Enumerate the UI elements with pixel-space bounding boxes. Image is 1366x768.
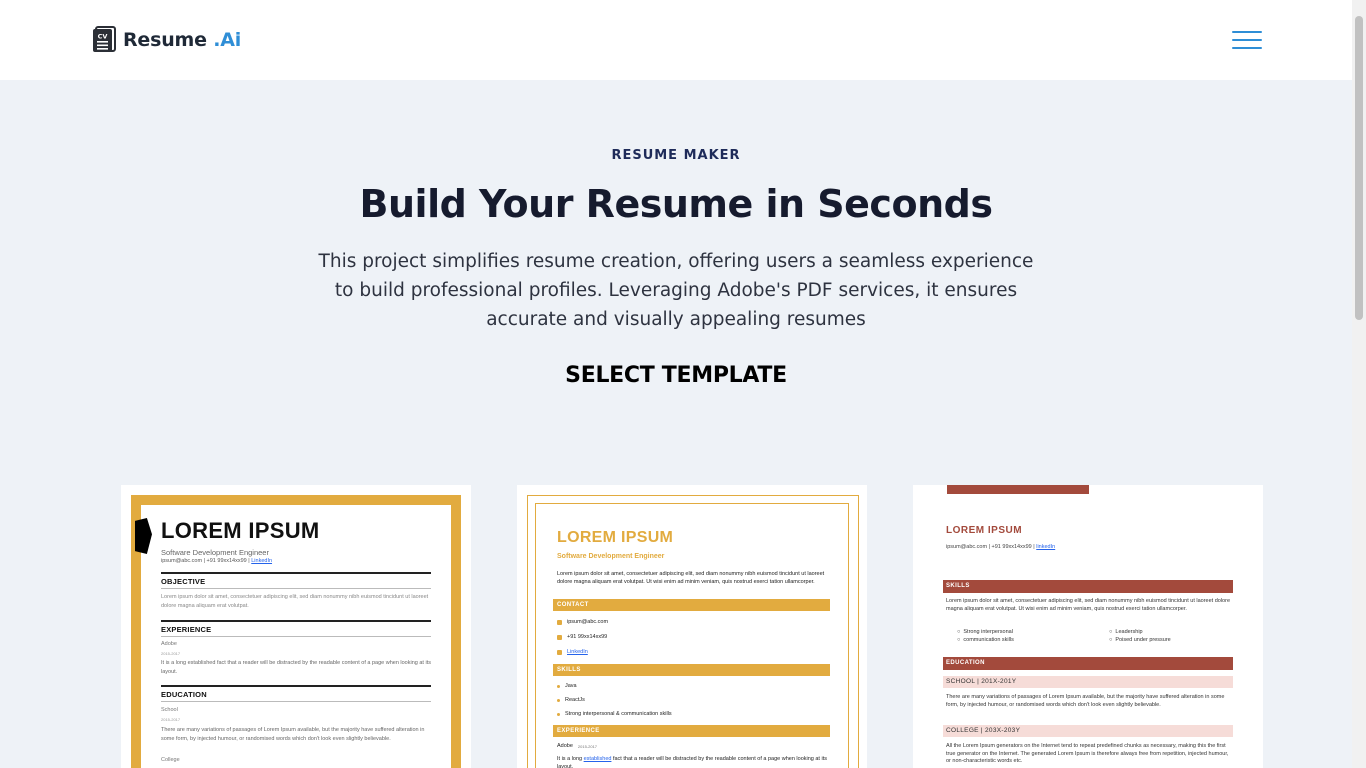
section-heading: EDUCATION (161, 690, 207, 699)
education-dates: 2015-2017 (161, 717, 181, 722)
experience-company: Adobe (161, 641, 177, 647)
school-text: There are many variations of passages of… (946, 694, 1225, 708)
resume-contact: ipsum@abc.com | +91 99xx14xx99 | linkedI… (946, 544, 1056, 550)
brand-logo[interactable]: CV Resume .Ai (92, 26, 241, 53)
contact-email: ipsum@abc.com (557, 619, 608, 625)
divider (161, 701, 431, 702)
skill-item: ○ communication skills (957, 637, 1014, 643)
skill-item: ○ Poised under pressure (1109, 637, 1171, 643)
skill-item: ○ Strong interpersonal (957, 629, 1013, 635)
education-college: COLLEGE | 203X-203Y (943, 725, 1233, 737)
divider (161, 685, 431, 687)
resume-role: Software Development Engineer (557, 553, 665, 560)
skill-item: Strong interpersonal & communication ski… (557, 711, 672, 717)
linkedin-icon (557, 649, 562, 655)
scrollbar-thumb[interactable] (1355, 16, 1363, 320)
hamburger-menu-icon[interactable] (1232, 28, 1262, 52)
experience-company: Adobe 2015-2017 (557, 743, 598, 749)
section-eyebrow: RESUME MAKER (611, 148, 741, 163)
experience-dates: 2015-2017 (161, 651, 181, 656)
contact-linkedin: LinkedIn (557, 649, 588, 655)
page-title: Build Your Resume in Seconds (359, 182, 993, 226)
section-heading: SKILLS (943, 580, 1233, 593)
template-card-1[interactable]: LOREM IPSUM Software Development Enginee… (121, 485, 471, 768)
section-heading: EDUCATION (943, 657, 1233, 670)
resume-name: LOREM IPSUM (557, 529, 674, 546)
education-college: College (161, 757, 180, 763)
bullet-icon (557, 698, 560, 702)
template-card-3[interactable]: LOREM IPSUM ipsum@abc.com | +91 99xx14xx… (913, 485, 1263, 768)
accent-bar (947, 485, 1089, 494)
mail-icon (557, 619, 562, 625)
skill-item: ○ Leadership (1109, 629, 1143, 635)
divider (161, 620, 431, 622)
resume-role: Software Development Engineer (161, 548, 269, 557)
section-heading: OBJECTIVE (161, 577, 206, 586)
objective-text: Lorem ipsum dolor sit amet, consectetuer… (161, 594, 429, 609)
experience-text: It is a long established fact that a rea… (557, 756, 827, 768)
section-heading: SKILLS (553, 664, 830, 676)
skills-text: Lorem ipsum dolor sit amet, consectetuer… (946, 598, 1231, 612)
section-heading: EXPERIENCE (553, 725, 830, 737)
brand-accent: .Ai (206, 28, 242, 51)
divider (161, 636, 431, 637)
template-card-2[interactable]: LOREM IPSUM Software Development Enginee… (517, 485, 867, 768)
select-template-heading: SELECT TEMPLATE (565, 363, 787, 388)
bullet-icon (557, 684, 560, 688)
section-heading: CONTACT (553, 599, 830, 611)
education-text: There are many variations of passages of… (161, 727, 425, 742)
contact-phone: +91 99xx14xx99 (557, 634, 607, 640)
section-heading: EXPERIENCE (161, 625, 212, 634)
phone-icon (557, 634, 562, 640)
divider (161, 572, 431, 574)
brand-name: Resume .Ai (123, 28, 242, 51)
divider (161, 588, 431, 589)
resume-name: LOREM IPSUM (161, 518, 320, 543)
hero-description: This project simplifies resume creation,… (318, 251, 1034, 330)
skill-item: ReactJs (557, 697, 585, 703)
education-school: SCHOOL | 201X-201Y (943, 676, 1233, 688)
cv-document-icon: CV (92, 26, 117, 53)
skill-item: Java (557, 683, 577, 689)
resume-name: LOREM IPSUM (946, 525, 1023, 536)
college-text: All the Lorem Ipsum generators on the In… (946, 743, 1229, 764)
summary-text: Lorem ipsum dolor sit amet, consectetuer… (557, 571, 825, 585)
experience-text: It is a long established fact that a rea… (161, 660, 431, 675)
top-navbar: CV Resume .Ai (0, 0, 1352, 80)
linkedin-link: LinkedIn (251, 558, 273, 564)
linkedin-link: linkedIn (1036, 544, 1056, 550)
education-school: School (161, 707, 178, 713)
bullet-icon (557, 712, 560, 716)
resume-contact: ipsum@abc.com | +91 99xx14xx99 | LinkedI… (161, 558, 273, 564)
svg-text:CV: CV (98, 33, 108, 41)
page-scrollbar[interactable] (1352, 0, 1366, 768)
